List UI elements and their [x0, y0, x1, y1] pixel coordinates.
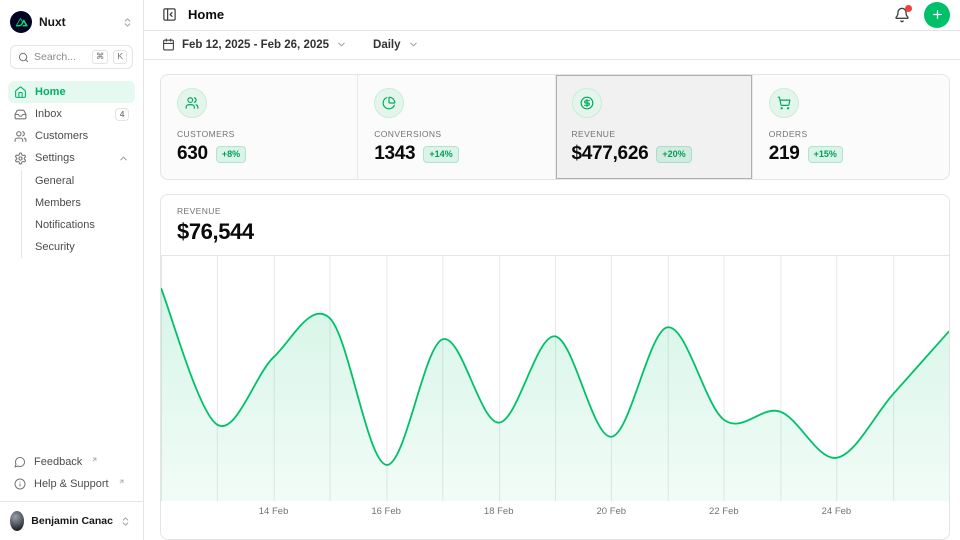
stat-delta-badge: +8% [216, 146, 246, 163]
foot-link-label: Feedback [34, 456, 82, 468]
search-input[interactable] [34, 51, 87, 63]
stat-value: $477,626 [572, 143, 649, 165]
chevron-up-icon [118, 153, 129, 164]
stat-delta-badge: +15% [808, 146, 843, 163]
notifications-button[interactable] [892, 5, 912, 25]
sidebar-item-label: Home [35, 86, 66, 98]
kbd-meta: ⌘ [92, 50, 109, 63]
x-axis-tick: 14 Feb [259, 506, 289, 517]
workspace-name: Nuxt [39, 15, 115, 29]
chart-canvas [161, 256, 949, 501]
user-name: Benjamin Canac [31, 515, 113, 527]
stat-card-revenue[interactable]: REVENUE $477,626 +20% [556, 75, 753, 179]
message-bubble-icon [14, 456, 26, 468]
chevron-down-icon [336, 39, 347, 50]
workspace-switcher[interactable]: Nuxt [8, 9, 135, 35]
arrow-up-right-icon [91, 456, 98, 463]
x-axis-tick: 20 Feb [596, 506, 626, 517]
x-axis-tick: 22 Feb [709, 506, 739, 517]
search-icon [18, 52, 29, 63]
main-area: Home Feb 12, 2025 - Feb 26, 2025 Daily [144, 0, 960, 540]
user-menu[interactable]: Benjamin Canac [8, 509, 135, 533]
stat-card-conversions[interactable]: CONVERSIONS 1343 +14% [358, 75, 555, 179]
x-axis-tick: 16 Feb [371, 506, 401, 517]
sidebar-item-label: Inbox [35, 108, 62, 120]
stat-value: 219 [769, 143, 800, 165]
pie-chart-icon [374, 88, 404, 118]
notification-dot [905, 5, 912, 12]
settings-sub-list: General Members Notifications Security [21, 170, 135, 258]
sidebar-item-general[interactable]: General [35, 170, 135, 192]
sidebar-item-home[interactable]: Home [8, 81, 135, 103]
collapse-sidebar-button[interactable] [160, 5, 179, 24]
main-header: Home [144, 0, 960, 31]
granularity-label: Daily [373, 39, 401, 51]
users-icon [14, 130, 27, 143]
sidebar-item-inbox[interactable]: Inbox 4 [8, 103, 135, 125]
sidebar-item-members[interactable]: Members [35, 192, 135, 214]
sidebar-item-security[interactable]: Security [35, 236, 135, 258]
sidebar-item-notifications[interactable]: Notifications [35, 214, 135, 236]
sidebar: Nuxt ⌘ K Home Inbo [0, 0, 144, 540]
feedback-link[interactable]: Feedback [8, 451, 135, 473]
add-button[interactable] [924, 2, 950, 28]
user-section: Benjamin Canac [0, 501, 143, 540]
page-title: Home [188, 7, 224, 22]
chevrons-up-down-icon [120, 516, 131, 527]
foot-link-label: Help & Support [34, 478, 109, 490]
gear-icon [14, 152, 27, 165]
help-support-link[interactable]: Help & Support [8, 473, 135, 495]
info-circle-icon [14, 478, 26, 490]
calendar-icon [162, 38, 175, 51]
inbox-count-badge: 4 [115, 108, 129, 121]
stat-delta-badge: +14% [423, 146, 458, 163]
x-axis-tick: 24 Feb [822, 506, 852, 517]
search-input-wrapper[interactable]: ⌘ K [10, 45, 133, 69]
stat-value: 1343 [374, 143, 415, 165]
chart-header: REVENUE $76,544 [161, 195, 949, 256]
nuxt-logo-icon [10, 11, 32, 33]
sidebar-item-label: Settings [35, 152, 75, 164]
revenue-area-chart [161, 256, 949, 501]
house-icon [14, 86, 27, 99]
kbd-k: K [113, 50, 127, 63]
shopping-cart-icon [769, 88, 799, 118]
stat-card-customers[interactable]: CUSTOMERS 630 +8% [161, 75, 358, 179]
arrow-up-right-icon [118, 478, 125, 485]
sidebar-item-customers[interactable]: Customers [8, 125, 135, 147]
stat-label: CUSTOMERS [177, 129, 341, 139]
stat-label: ORDERS [769, 129, 933, 139]
dashboard-content: CUSTOMERS 630 +8% CONVERSIONS 1343 +14% [144, 60, 960, 540]
sidebar-item-settings[interactable]: Settings [8, 147, 135, 169]
stat-delta-badge: +20% [656, 146, 691, 163]
circle-dollar-icon [572, 88, 602, 118]
date-range-label: Feb 12, 2025 - Feb 26, 2025 [182, 39, 329, 51]
date-range-button[interactable]: Feb 12, 2025 - Feb 26, 2025 [160, 34, 349, 55]
chart-metric-value: $76,544 [177, 219, 933, 245]
revenue-chart-card: REVENUE $76,544 14 Feb 16 Feb 18 Feb 20 Feb… [160, 194, 950, 540]
chart-metric-label: REVENUE [177, 206, 933, 216]
stat-label: CONVERSIONS [374, 129, 538, 139]
granularity-select[interactable]: Daily [371, 35, 421, 55]
chevrons-up-down-icon [122, 17, 133, 28]
stat-label: REVENUE [572, 129, 736, 139]
stat-value: 630 [177, 143, 208, 165]
chevron-down-icon [408, 39, 419, 50]
chart-x-axis: 14 Feb 16 Feb 18 Feb 20 Feb 22 Feb 24 Feb [161, 501, 949, 525]
filters-toolbar: Feb 12, 2025 - Feb 26, 2025 Daily [144, 31, 960, 60]
sidebar-nav: Home Inbox 4 Customers Settings [8, 81, 135, 258]
inbox-icon [14, 108, 27, 121]
stat-card-orders[interactable]: ORDERS 219 +15% [753, 75, 949, 179]
avatar [10, 511, 24, 531]
stats-row: CUSTOMERS 630 +8% CONVERSIONS 1343 +14% [160, 74, 950, 180]
users-icon [177, 88, 207, 118]
sidebar-item-label: Customers [35, 130, 88, 142]
x-axis-tick: 18 Feb [484, 506, 514, 517]
